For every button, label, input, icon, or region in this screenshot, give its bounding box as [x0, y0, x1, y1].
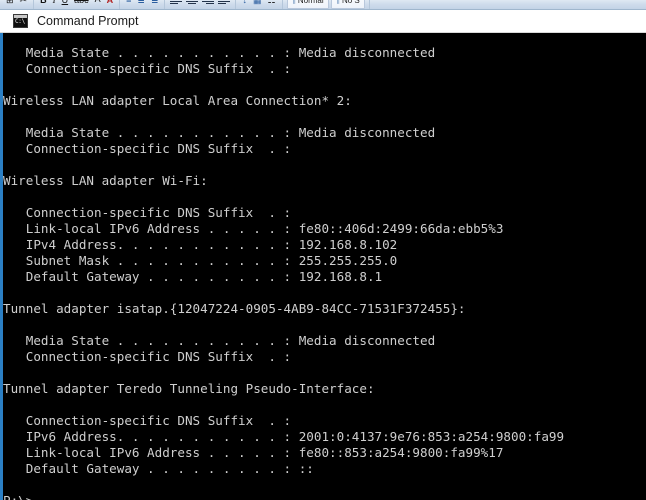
- text-highlight-button[interactable]: A: [91, 0, 104, 9]
- console-line: Subnet Mask . . . . . . . . . . . : 255.…: [3, 253, 398, 268]
- bulleted-list-icon[interactable]: ≡: [123, 0, 134, 9]
- ribbon-paragraph-group: [165, 0, 237, 9]
- ribbon-list-group: ≡ ≣ ≣: [120, 0, 166, 9]
- console-line: Default Gateway . . . . . . . . . : ::: [3, 461, 314, 476]
- console-line: Connection-specific DNS Suffix . :: [3, 349, 292, 364]
- console-line: Link-local IPv6 Address . . . . . : fe80…: [3, 445, 504, 460]
- align-center-icon[interactable]: [186, 0, 199, 5]
- ribbon-clipboard-group: ⊞ ✂: [0, 0, 35, 9]
- align-right-icon[interactable]: [202, 0, 215, 5]
- paste-icon[interactable]: ⊞: [3, 0, 17, 9]
- italic-button[interactable]: I: [50, 0, 59, 9]
- ribbon-spacing-group: ↕ ▦ ☷: [236, 0, 283, 9]
- line-spacing-icon[interactable]: ↕: [239, 0, 250, 9]
- align-left-icon[interactable]: [170, 0, 183, 5]
- ribbon-font-group: B I U abc A A: [34, 0, 121, 9]
- bold-button[interactable]: B: [37, 0, 50, 9]
- console-line: P:\>: [3, 493, 646, 500]
- console-line: IPv6 Address. . . . . . . . . . . : 2001…: [3, 429, 565, 444]
- console-line: Connection-specific DNS Suffix . :: [3, 61, 292, 76]
- console-line: Connection-specific DNS Suffix . :: [3, 141, 292, 156]
- console-line: Tunnel adapter Teredo Tunneling Pseudo-I…: [3, 381, 375, 396]
- console-line: Wireless LAN adapter Wi-Fi:: [3, 173, 208, 188]
- console-line: Connection-specific DNS Suffix . :: [3, 205, 292, 220]
- cut-icon[interactable]: ✂: [17, 0, 31, 9]
- console-line: Media State . . . . . . . . . . . : Medi…: [3, 125, 436, 140]
- style-normal[interactable]: ¶ Normal: [286, 0, 329, 9]
- shading-icon[interactable]: ▦: [250, 0, 265, 9]
- console-line: Wireless LAN adapter Local Area Connecti…: [3, 93, 352, 108]
- console-line: Media State . . . . . . . . . . . : Medi…: [3, 45, 436, 60]
- command-prompt-icon-glyph: C:\: [15, 18, 25, 25]
- borders-icon[interactable]: ☷: [265, 0, 279, 9]
- titlebar[interactable]: C:\ Command Prompt: [0, 10, 646, 33]
- console-line: Default Gateway . . . . . . . . . : 192.…: [3, 269, 383, 284]
- console-line: Media State . . . . . . . . . . . : Medi…: [3, 333, 436, 348]
- screen: ⊞ ✂ B I U abc A A ≡ ≣ ≣: [0, 0, 646, 500]
- strikethrough-button[interactable]: abc: [71, 0, 92, 9]
- command-prompt-icon[interactable]: C:\: [13, 14, 28, 28]
- style-no-spacing-label: No S: [341, 0, 360, 5]
- ribbon-row: ⊞ ✂ B I U abc A A ≡ ≣ ≣: [0, 0, 646, 9]
- console-line: Link-local IPv6 Address . . . . . : fe80…: [3, 221, 504, 236]
- console-line: Connection-specific DNS Suffix . :: [3, 413, 292, 428]
- align-justify-icon[interactable]: [218, 0, 231, 5]
- pilcrow-icon: ¶: [291, 0, 296, 5]
- ribbon-styles-group: ¶ Normal ¶ No S: [283, 0, 370, 9]
- style-no-spacing[interactable]: ¶ No S: [330, 0, 365, 9]
- icon-title-bar: [14, 15, 27, 18]
- window-title: Command Prompt: [37, 14, 139, 28]
- numbered-list-icon[interactable]: ≣: [134, 0, 148, 9]
- console-window[interactable]: Media State . . . . . . . . . . . : Medi…: [0, 33, 646, 500]
- console-output: Media State . . . . . . . . . . . : Medi…: [3, 33, 646, 500]
- style-normal-label: Normal: [297, 0, 324, 5]
- font-color-button[interactable]: A: [104, 0, 117, 9]
- pilcrow-icon: ¶: [335, 0, 340, 5]
- console-line: Tunnel adapter isatap.{12047224-0905-4AB…: [3, 301, 466, 316]
- word-ribbon-strip: ⊞ ✂ B I U abc A A ≡ ≣ ≣: [0, 0, 646, 10]
- console-line: IPv4 Address. . . . . . . . . . . : 192.…: [3, 237, 398, 252]
- multilevel-list-icon[interactable]: ≣: [148, 0, 162, 9]
- underline-button[interactable]: U: [59, 0, 72, 9]
